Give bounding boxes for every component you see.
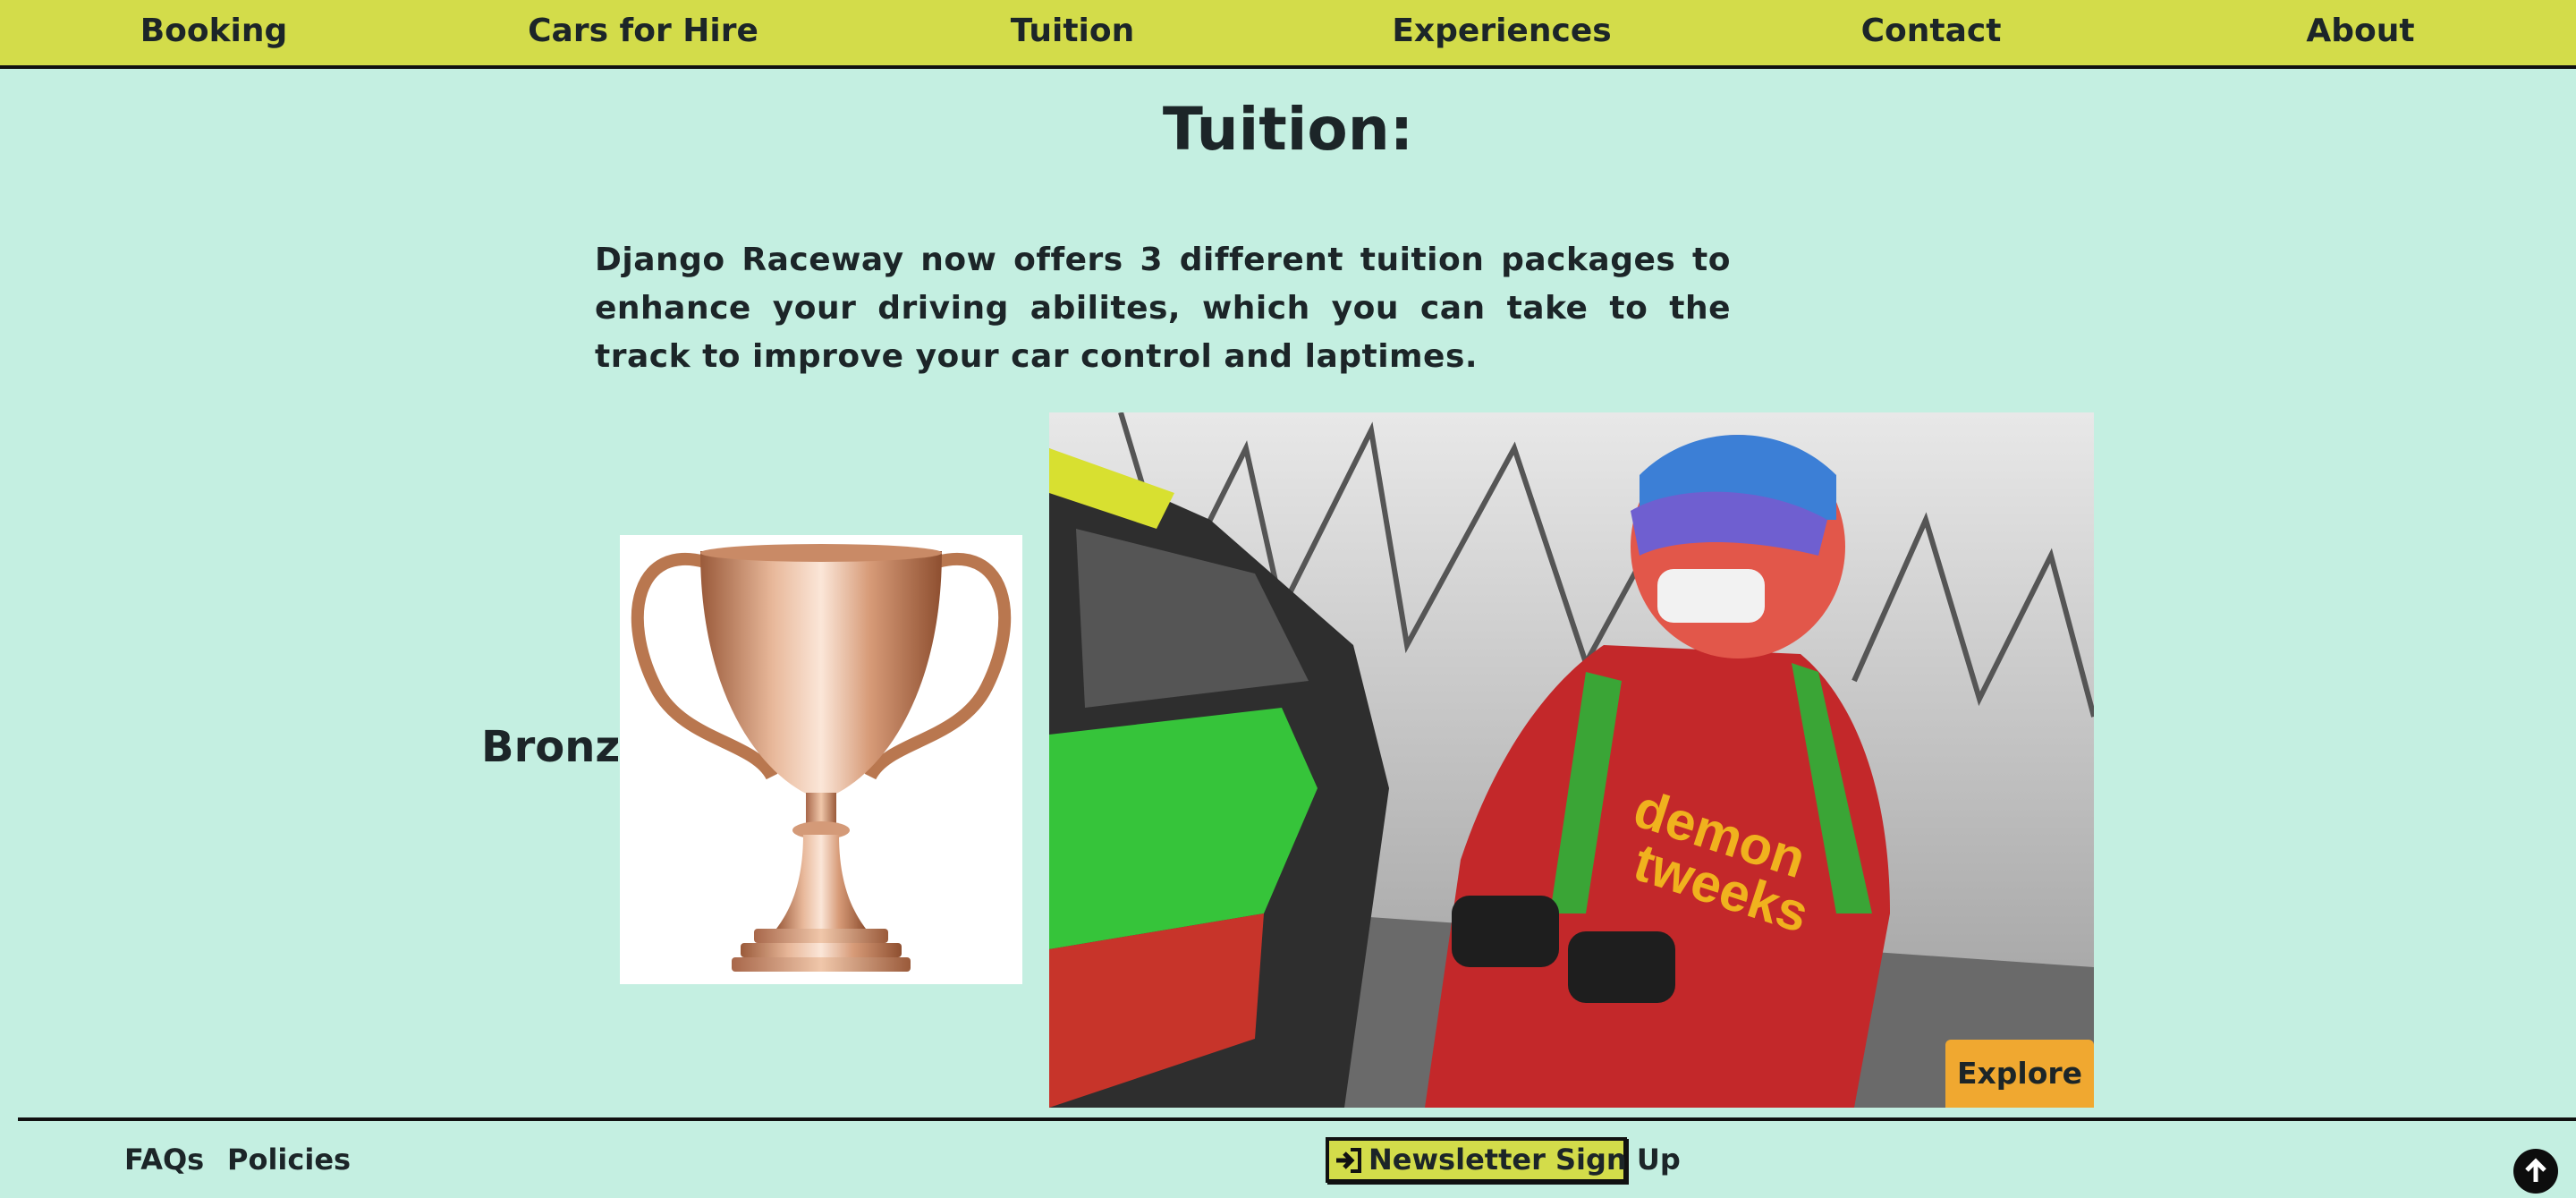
intro-paragraph: Django Raceway now offers 3 different tu… <box>595 242 1731 375</box>
nav-experiences[interactable]: Experiences <box>1392 0 1611 65</box>
explore-button[interactable]: Explore <box>1945 1040 2094 1108</box>
nav-about[interactable]: About <box>2306 0 2414 65</box>
nav-contact[interactable]: Contact <box>1861 0 2002 65</box>
footer-link-policies[interactable]: Policies <box>227 1140 351 1179</box>
footer-link-faqs[interactable]: FAQs <box>124 1140 204 1179</box>
arrow-up-icon <box>2525 1158 2546 1182</box>
page-title: Tuition: <box>1162 95 1414 164</box>
newsletter-label: Newsletter Sign Up <box>1368 1143 1681 1177</box>
footer-divider <box>18 1117 2576 1121</box>
nav-tuition[interactable]: Tuition <box>1011 0 1134 65</box>
driver-photo: demon tweeks Explore <box>1049 412 2094 1108</box>
newsletter-signup-button[interactable]: Newsletter Sign Up <box>1326 1137 1681 1183</box>
trophy-icon <box>631 544 1012 972</box>
bronze-trophy-image <box>620 535 1022 984</box>
nav-cars-for-hire[interactable]: Cars for Hire <box>528 0 758 65</box>
main-navbar: Booking Cars for Hire Tuition Experience… <box>0 0 2576 69</box>
racing-driver-image: demon tweeks <box>1049 412 2094 1108</box>
sign-in-icon <box>1333 1144 1365 1177</box>
back-to-top-button[interactable] <box>2513 1149 2558 1194</box>
nav-booking[interactable]: Booking <box>140 0 288 65</box>
